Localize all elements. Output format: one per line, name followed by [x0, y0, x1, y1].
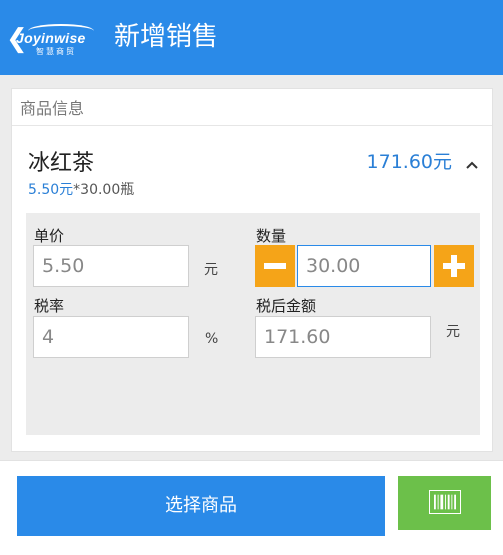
unit-price-prefix: 5.50元: [28, 182, 74, 198]
product-panel: 商品信息 冰红茶 171.60元 5.50元*30.00瓶 单价 5.50 元 …: [11, 88, 493, 514]
quantity-field[interactable]: 30.00: [297, 245, 431, 287]
page-title: 新增销售: [114, 22, 219, 52]
scan-button[interactable]: [398, 476, 491, 530]
app-header: ❮ Joyinwise 智慧商贸 新增销售: [0, 0, 503, 75]
unit-price-unit: 元: [204, 262, 218, 278]
tax-rate-field[interactable]: 4: [33, 316, 189, 358]
increment-button[interactable]: [434, 245, 474, 287]
unit-price-label: 单价: [34, 227, 65, 245]
item-editor: 单价 5.50 元 数量 30.00 税率 4 % 税后金额 171.60 元 …: [26, 213, 480, 514]
after-tax-unit: 元: [446, 324, 460, 340]
decrement-button[interactable]: [255, 245, 295, 287]
chevron-up-icon[interactable]: [466, 159, 478, 171]
product-name: 冰红茶: [28, 151, 95, 176]
select-product-button[interactable]: 选择商品: [17, 476, 385, 536]
plus-icon-v: [451, 255, 457, 277]
unit-price-summary: 5.50元*30.00瓶: [28, 179, 134, 199]
tax-rate-unit: %: [205, 331, 219, 347]
product-total: 171.60元: [366, 151, 452, 173]
bottom-bar: 选择商品: [0, 460, 503, 555]
section-title: 商品信息: [20, 99, 85, 118]
logo-text: Joyinwise: [16, 30, 86, 46]
after-tax-field[interactable]: 171.60: [255, 316, 431, 358]
section-divider: [12, 125, 492, 126]
logo-subtitle: 智慧商贸: [36, 47, 76, 56]
tax-rate-label: 税率: [34, 297, 65, 315]
after-tax-label: 税后金额: [256, 297, 317, 315]
barcode-icon: [429, 490, 461, 514]
quantity-label: 数量: [256, 227, 287, 245]
minus-icon: [264, 263, 286, 269]
unit-price-field[interactable]: 5.50: [33, 245, 189, 287]
unit-price-suffix: *30.00瓶: [73, 182, 135, 198]
app-logo: Joyinwise 智慧商贸: [16, 24, 96, 56]
